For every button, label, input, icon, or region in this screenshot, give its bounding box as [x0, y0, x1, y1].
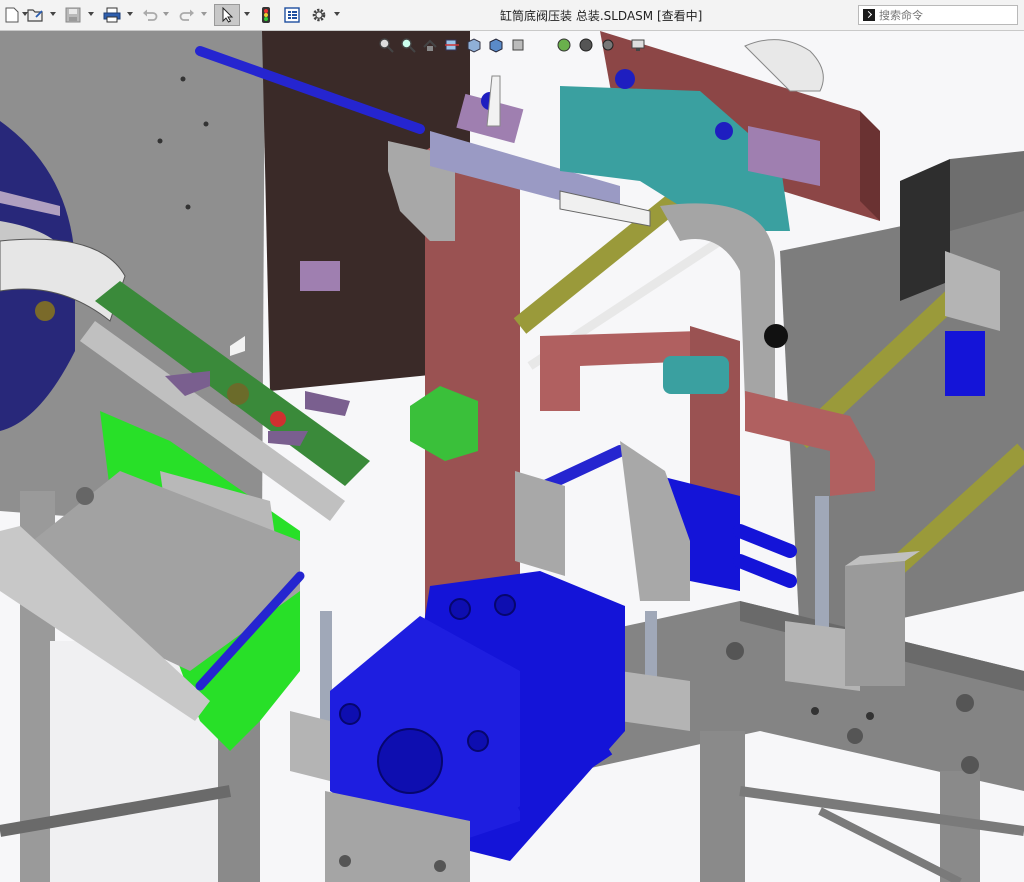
undo-icon	[143, 9, 158, 21]
previous-view-icon[interactable]	[422, 37, 438, 53]
options-dropdown-arrow[interactable]	[334, 12, 340, 16]
pillow-block	[663, 356, 729, 394]
rebuild-button[interactable]	[257, 4, 275, 26]
save-button[interactable]	[62, 4, 84, 26]
save-dropdown-arrow[interactable]	[88, 12, 94, 16]
open-dropdown-arrow[interactable]	[50, 12, 56, 16]
graphics-area[interactable]	[0, 31, 1024, 882]
options-button[interactable]	[308, 4, 330, 26]
window-title: 缸筒底阀压装 总装.SLDASM [查看中]	[500, 9, 703, 23]
print-dropdown-arrow[interactable]	[127, 12, 133, 16]
display-style-icon[interactable]	[488, 37, 504, 53]
edit-appearance-icon[interactable]	[556, 37, 572, 53]
undo-button[interactable]	[139, 4, 161, 26]
select-button[interactable]	[214, 4, 240, 26]
zoom-to-area-icon[interactable]	[400, 37, 416, 53]
select-dropdown-arrow[interactable]	[244, 12, 250, 16]
right-gray-block	[845, 561, 905, 686]
rebuild-traffic-light-icon	[262, 7, 270, 23]
search-commands-input[interactable]	[879, 7, 1015, 23]
redo-button[interactable]	[176, 4, 198, 26]
new-document-button[interactable]	[2, 4, 22, 26]
save-icon	[65, 7, 81, 23]
search-box[interactable]	[858, 5, 1018, 25]
section-view-icon[interactable]	[444, 37, 460, 53]
frame-leg-center	[700, 731, 745, 882]
apply-scene-icon[interactable]	[578, 37, 594, 53]
redo-dropdown-arrow[interactable]	[201, 12, 207, 16]
hide-show-items-icon[interactable]	[510, 37, 526, 53]
select-pointer-icon	[222, 7, 234, 23]
file-properties-icon	[284, 7, 300, 23]
undo-dropdown-arrow[interactable]	[163, 12, 169, 16]
command-prompt-icon	[863, 9, 875, 21]
new-document-icon	[5, 7, 19, 23]
view-orientation-icon[interactable]	[466, 37, 482, 53]
assembly-model-view	[0, 31, 1024, 882]
zoom-to-fit-icon[interactable]	[378, 37, 394, 53]
view-settings-icon[interactable]	[600, 37, 616, 53]
print-icon	[103, 7, 121, 23]
display-pane-icon[interactable]	[630, 37, 646, 53]
title-bar: 缸筒底阀压装 总装.SLDASM [查看中]	[0, 0, 1024, 31]
open-folder-icon	[27, 9, 43, 22]
open-button[interactable]	[26, 4, 46, 26]
redo-icon	[179, 9, 194, 21]
options-gear-icon	[312, 8, 326, 22]
print-button[interactable]	[101, 4, 123, 26]
file-properties-button[interactable]	[281, 4, 303, 26]
